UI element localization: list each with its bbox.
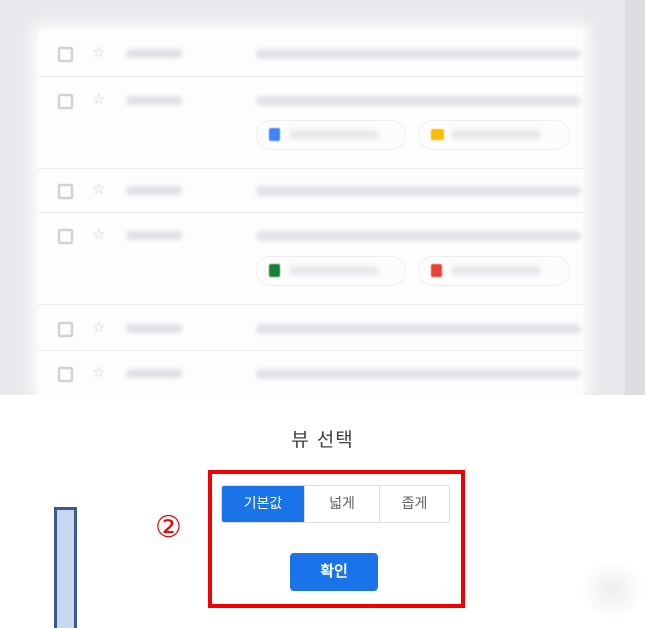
star-icon: ☆ — [92, 180, 106, 198]
annotation-step-marker: ② — [155, 510, 182, 545]
chip-text-placeholder — [289, 130, 379, 139]
attachment-chip — [418, 120, 570, 150]
inbox-preview-backdrop: ☆ ☆ ☆ ☆ ☆ ☆ — [0, 0, 645, 395]
preview-row: ☆ — [38, 30, 583, 77]
sender-placeholder — [126, 369, 182, 378]
corner-shadow — [580, 560, 645, 620]
chip-text-placeholder — [451, 266, 541, 275]
sender-placeholder — [126, 324, 182, 333]
preview-row: ☆ — [38, 304, 583, 351]
star-icon: ☆ — [92, 90, 106, 108]
slides-icon — [431, 129, 444, 140]
preview-row: ☆ — [38, 350, 583, 395]
checkbox-icon — [58, 184, 73, 199]
sender-placeholder — [126, 186, 182, 195]
checkbox-icon — [58, 47, 73, 62]
star-icon: ☆ — [92, 318, 106, 336]
chip-text-placeholder — [289, 266, 379, 275]
sender-placeholder — [126, 231, 182, 240]
subject-placeholder — [256, 324, 581, 334]
subject-placeholder — [256, 231, 581, 241]
attachment-chip — [418, 256, 570, 286]
side-marker-bar — [54, 507, 77, 628]
chip-text-placeholder — [451, 130, 541, 139]
sender-placeholder — [126, 96, 182, 105]
star-icon: ☆ — [92, 43, 106, 61]
density-option-compact[interactable]: 좁게 — [379, 486, 449, 522]
doc-icon — [269, 128, 280, 141]
checkbox-icon — [58, 322, 73, 337]
dialog-title: 뷰 선택 — [291, 429, 354, 451]
checkbox-icon — [58, 94, 73, 109]
backdrop-edge — [625, 0, 645, 395]
confirm-button[interactable]: 확인 — [290, 553, 378, 591]
checkbox-icon — [58, 367, 73, 382]
density-option-comfortable[interactable]: 넓게 — [304, 486, 379, 522]
star-icon: ☆ — [92, 225, 106, 243]
preview-row: ☆ — [38, 212, 583, 305]
density-option-default[interactable]: 기본값 — [222, 486, 304, 522]
preview-row: ☆ — [38, 76, 583, 169]
star-icon: ☆ — [92, 363, 106, 381]
subject-placeholder — [256, 49, 581, 59]
preview-row: ☆ — [38, 168, 583, 213]
attachment-chip — [256, 120, 406, 150]
sender-placeholder — [126, 49, 182, 58]
density-preview-image: ☆ ☆ ☆ ☆ ☆ ☆ — [38, 30, 583, 395]
subject-placeholder — [256, 96, 581, 106]
sheets-icon — [269, 264, 280, 277]
image-icon — [431, 264, 442, 277]
density-toggle-group: 기본값 넓게 좁게 — [221, 485, 450, 523]
subject-placeholder — [256, 369, 581, 379]
attachment-chip — [256, 256, 406, 286]
subject-placeholder — [256, 186, 581, 196]
checkbox-icon — [58, 229, 73, 244]
